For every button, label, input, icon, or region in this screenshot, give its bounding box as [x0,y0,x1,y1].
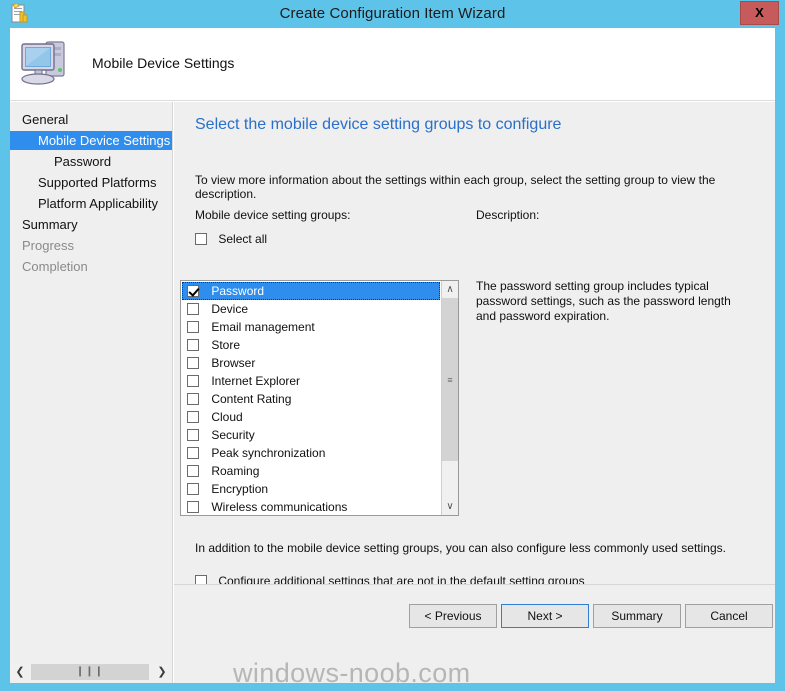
list-item-label: Content Rating [211,392,292,406]
sidebar-horizontal-scrollbar[interactable]: ❮ ❙❙❙ ❯ [11,663,171,681]
list-item[interactable]: Roaming [182,462,440,480]
list-item[interactable]: Security [182,426,440,444]
sidebar-item-password[interactable]: Password [10,152,172,171]
listbox-vertical-scrollbar[interactable]: ∧ ≡ ∨ [441,281,458,515]
select-all-label: Select all [218,232,268,246]
list-item-label: Store [211,338,241,352]
list-item[interactable]: Password [182,282,440,300]
checkbox-box-icon[interactable] [187,501,199,513]
window-title: Create Configuration Item Wizard [279,5,506,22]
list-item[interactable]: Browser [182,354,440,372]
list-item-label: Peak synchronization [211,446,326,460]
summary-button[interactable]: Summary [593,604,681,628]
list-item[interactable]: Peak synchronization [182,444,440,462]
list-item-label: Device [211,302,249,316]
description-label: Description: [476,208,540,222]
list-item[interactable]: Internet Explorer [182,372,440,390]
sidebar-item-progress: Progress [22,238,75,253]
checkbox-box-icon[interactable] [187,285,199,297]
description-text: The password setting group includes typi… [476,279,731,323]
page-title: Select the mobile device setting groups … [195,116,562,133]
checkbox-box-icon[interactable] [187,483,199,495]
close-button[interactable]: X [740,1,779,25]
previous-button[interactable]: < Previous [409,604,497,628]
scroll-left-arrow-icon[interactable]: ❮ [11,663,29,681]
intro-text: To view more information about the setti… [195,173,716,201]
list-item-label: Roaming [211,464,260,478]
checkbox-box-icon[interactable] [187,321,199,333]
sidebar-item-supported-platforms[interactable]: Supported Platforms [10,173,172,192]
list-item[interactable]: Store [182,336,440,354]
sidebar-item-mobile-device-settings[interactable]: Mobile Device Settings [10,131,172,150]
checkbox-box-icon[interactable] [187,357,199,369]
list-item-label: Encryption [211,482,269,496]
checkbox-box-icon[interactable] [187,429,199,441]
groups-label: Mobile device setting groups: [195,208,351,222]
cancel-button[interactable]: Cancel [685,604,773,628]
list-item-label: Wireless communications [211,500,348,514]
checkbox-box-icon[interactable] [187,393,199,405]
scroll-right-arrow-icon[interactable]: ❯ [153,663,171,681]
list-item-label: Browser [211,356,256,370]
scroll-up-arrow-icon[interactable]: ∧ [442,281,458,298]
list-item-label: Internet Explorer [211,374,301,388]
scroll-down-arrow-icon[interactable]: ∨ [442,498,458,515]
sidebar-item-general[interactable]: General [10,110,172,129]
scrollbar-track[interactable]: ≡ [442,298,458,498]
wizard-window: Create Configuration Item Wizard X Mobil… [0,0,785,691]
checkbox-box-icon[interactable] [187,339,199,351]
list-item[interactable]: Encryption [182,480,440,498]
list-items: Password Device Email management Store B… [182,282,440,515]
sidebar-item-completion: Completion [22,259,88,274]
list-item-label: Password [211,284,265,298]
list-item[interactable]: Email management [182,318,440,336]
additional-settings-text: In addition to the mobile device setting… [195,541,726,555]
list-item[interactable]: Cloud [182,408,440,426]
checkbox-box-icon[interactable] [187,303,199,315]
list-item-label: Security [211,428,255,442]
computer-monitor-icon [18,34,78,92]
checkbox-box-icon[interactable] [187,447,199,459]
nav-list: General Mobile Device Settings Password … [10,102,172,276]
banner-title: Mobile Device Settings [92,55,235,71]
next-button[interactable]: Next > [501,604,589,628]
checkbox-box-icon[interactable] [195,233,207,245]
scrollbar-grip-icon: ≡ [447,374,453,385]
scrollbar-thumb[interactable]: ❙❙❙ [31,664,149,680]
scrollbar-thumb[interactable]: ≡ [442,298,458,461]
banner: Mobile Device Settings [10,28,775,101]
sidebar-item-summary[interactable]: Summary [10,215,172,234]
wizard-navigation-sidebar: General Mobile Device Settings Password … [10,102,173,683]
list-item-label: Email management [211,320,315,334]
client-area: Mobile Device Settings General Mobile De… [10,28,775,683]
select-all-checkbox[interactable]: Select all [195,232,267,248]
list-item[interactable]: Content Rating [182,390,440,408]
wizard-footer: < Previous Next > Summary Cancel [174,584,775,683]
checkbox-box-icon[interactable] [187,375,199,387]
setting-groups-listbox[interactable]: Password Device Email management Store B… [180,280,459,516]
checkbox-box-icon[interactable] [187,465,199,477]
title-bar: Create Configuration Item Wizard X [0,0,785,28]
list-item-label: Cloud [211,410,243,424]
list-item[interactable]: Device [182,300,440,318]
list-item[interactable]: Wireless communications [182,498,440,515]
checkbox-box-icon[interactable] [187,411,199,423]
sidebar-item-platform-applicability[interactable]: Platform Applicability [10,194,172,213]
